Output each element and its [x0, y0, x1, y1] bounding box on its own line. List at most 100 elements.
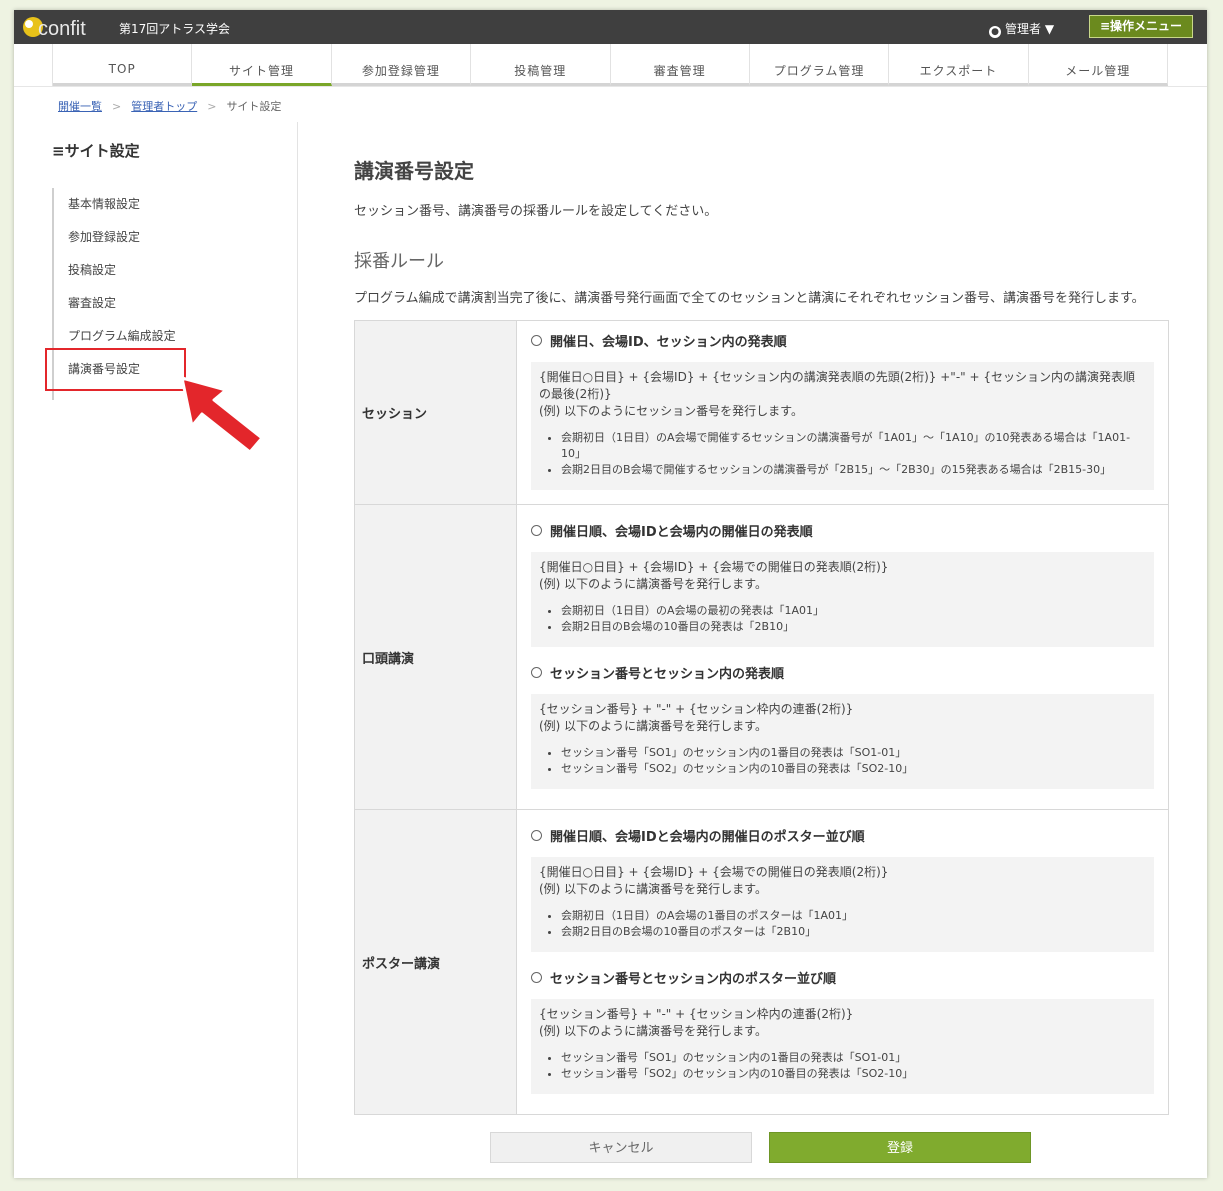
example-box: {セッション番号} + "-" + {セッション枠内の連番(2桁)} (例) 以… — [531, 999, 1154, 1094]
tab-mail[interactable]: メール管理 — [1028, 44, 1168, 86]
breadcrumb-admin-top[interactable]: 管理者トップ — [131, 100, 197, 113]
options-cell: 開催日順、会場IDと会場内の開催日のポスター並び順 {開催日○日目} + {会場… — [516, 809, 1169, 1115]
radio-option[interactable]: 開催日、会場ID、セッション内の発表順 — [531, 331, 1154, 350]
table-row: セッション 開催日、会場ID、セッション内の発表順 {開催日○日目} + {会場… — [354, 320, 1169, 505]
option-poster-2: セッション番号とセッション内のポスター並び順 {セッション番号} + "-" +… — [531, 968, 1154, 1094]
list-item: 会期初日（1日目）のA会場の1番目のポスターは「1A01」 — [561, 908, 1146, 924]
sidebar-item-basic-info[interactable]: 基本情報設定 — [54, 188, 176, 221]
tab-registration[interactable]: 参加登録管理 — [331, 44, 472, 86]
nav-divider — [14, 86, 1207, 87]
top-bar: confit 第17回アトラス学会 ● 管理者 ▼ ≡操作メニュー — [14, 10, 1207, 44]
options-cell: 開催日、会場ID、セッション内の発表順 {開催日○日目} + {会場ID} + … — [516, 320, 1169, 505]
example-note: (例) 以下のように講演番号を発行します。 — [539, 1024, 767, 1038]
chevron-right-icon: > — [112, 100, 122, 113]
example-list: 会期初日（1日目）のA会場の最初の発表は「1A01」 会期2日目のB会場の10番… — [539, 603, 1146, 635]
radio-option[interactable]: セッション番号とセッション内のポスター並び順 — [531, 968, 1154, 987]
formula-text: {セッション番号} + "-" + {セッション枠内の連番(2桁)} — [539, 1007, 854, 1021]
radio-option[interactable]: セッション番号とセッション内の発表順 — [531, 663, 1154, 682]
app-window: confit 第17回アトラス学会 ● 管理者 ▼ ≡操作メニュー TOP サイト… — [14, 10, 1207, 1178]
radio-button[interactable] — [531, 830, 542, 841]
svg-text:confit: confit — [38, 18, 86, 40]
list-item: セッション番号「SO2」のセッション内の10番目の発表は「SO2-10」 — [561, 1066, 1146, 1082]
numbering-rules-table: セッション 開催日、会場ID、セッション内の発表順 {開催日○日目} + {会場… — [354, 320, 1169, 1115]
confit-logo: confit — [20, 14, 108, 40]
example-note: (例) 以下のようにセッション番号を発行します。 — [539, 404, 803, 418]
list-item: セッション番号「SO2」のセッション内の10番目の発表は「SO2-10」 — [561, 761, 1146, 777]
option-title: 開催日、会場ID、セッション内の発表順 — [550, 335, 787, 350]
radio-option[interactable]: 開催日順、会場IDと会場内の開催日のポスター並び順 — [531, 826, 1154, 845]
option-oral-2: セッション番号とセッション内の発表順 {セッション番号} + "-" + {セッ… — [531, 663, 1154, 789]
radio-button[interactable] — [531, 525, 542, 536]
option-oral-1: 開催日順、会場IDと会場内の開催日の発表順 {開催日○日目} + {会場ID} … — [531, 521, 1154, 647]
breadcrumb: 開催一覧 > 管理者トップ > サイト設定 — [58, 98, 281, 114]
example-note: (例) 以下のように講演番号を発行します。 — [539, 719, 767, 733]
example-note: (例) 以下のように講演番号を発行します。 — [539, 577, 767, 591]
operation-menu-button[interactable]: ≡操作メニュー — [1089, 15, 1193, 38]
list-item: 会期初日（1日目）のA会場の最初の発表は「1A01」 — [561, 603, 1146, 619]
admin-label: 管理者 ▼ — [1005, 22, 1055, 36]
chevron-right-icon: > — [207, 100, 217, 113]
row-label-session: セッション — [354, 320, 517, 505]
example-list: セッション番号「SO1」のセッション内の1番目の発表は「SO1-01」 セッショ… — [539, 745, 1146, 777]
tab-program[interactable]: プログラム管理 — [749, 44, 890, 86]
tab-review[interactable]: 審査管理 — [610, 44, 750, 86]
radio-option[interactable]: 開催日順、会場IDと会場内の開催日の発表順 — [531, 521, 1154, 540]
formula-text: {セッション番号} + "-" + {セッション枠内の連番(2桁)} — [539, 702, 854, 716]
sidebar-item-submission[interactable]: 投稿設定 — [54, 254, 176, 287]
formula-text: {開催日○日目} + {会場ID} + {会場での開催日の発表順(2桁)} — [539, 865, 889, 879]
tab-top[interactable]: TOP — [53, 44, 193, 86]
radio-button[interactable] — [531, 667, 542, 678]
row-label-oral: 口頭講演 — [354, 504, 517, 810]
table-row: 口頭講演 開催日順、会場IDと会場内の開催日の発表順 {開催日○日目} + {会… — [354, 504, 1169, 810]
option-title: 開催日順、会場IDと会場内の開催日の発表順 — [550, 525, 813, 540]
list-item: セッション番号「SO1」のセッション内の1番目の発表は「SO1-01」 — [561, 745, 1146, 761]
example-list: セッション番号「SO1」のセッション内の1番目の発表は「SO1-01」 セッショ… — [539, 1050, 1146, 1082]
sidebar-title: ≡サイト設定 — [52, 142, 140, 160]
option-title: セッション番号とセッション内の発表順 — [550, 667, 785, 682]
list-item: 会期2日目のB会場の10番目の発表は「2B10」 — [561, 619, 1146, 635]
example-list: 会期初日（1日目）のA会場で開催するセッションの講演番号が「1A01」～「1A1… — [539, 430, 1146, 478]
highlight-box — [45, 348, 186, 391]
example-box: {開催日○日目} + {会場ID} + {会場での開催日の発表順(2桁)} (例… — [531, 857, 1154, 952]
page-title: 講演番号設定 — [354, 159, 474, 183]
radio-button[interactable] — [531, 335, 542, 346]
row-label-poster: ポスター講演 — [354, 809, 517, 1115]
section-title: 採番ルール — [354, 251, 444, 272]
cancel-button[interactable]: キャンセル — [490, 1132, 752, 1163]
pointer-arrow-icon — [180, 376, 264, 454]
sidebar-item-registration[interactable]: 参加登録設定 — [54, 221, 176, 254]
admin-menu[interactable]: ● 管理者 ▼ — [989, 20, 1054, 38]
formula-text: {開催日○日目} + {会場ID} + {セッション内の講演発表順の先頭(2桁)… — [539, 370, 1135, 401]
list-item: 会期初日（1日目）のA会場で開催するセッションの講演番号が「1A01」～「1A1… — [561, 430, 1146, 462]
main-nav: TOP サイト管理 参加登録管理 投稿管理 審査管理 プログラム管理 エクスポー… — [52, 44, 1168, 86]
conference-title: 第17回アトラス学会 — [119, 22, 231, 36]
list-item: セッション番号「SO1」のセッション内の1番目の発表は「SO1-01」 — [561, 1050, 1146, 1066]
example-list: 会期初日（1日目）のA会場の1番目のポスターは「1A01」 会期2日目のB会場の… — [539, 908, 1146, 940]
example-box: {セッション番号} + "-" + {セッション枠内の連番(2桁)} (例) 以… — [531, 694, 1154, 789]
example-box: {開催日○日目} + {会場ID} + {会場での開催日の発表順(2桁)} (例… — [531, 552, 1154, 647]
page-description: セッション番号、講演番号の採番ルールを設定してください。 — [354, 204, 718, 219]
tab-export[interactable]: エクスポート — [889, 44, 1029, 86]
tab-site-management[interactable]: サイト管理 — [192, 44, 332, 86]
table-row: ポスター講演 開催日順、会場IDと会場内の開催日のポスター並び順 {開催日○日目… — [354, 809, 1169, 1115]
logo-icon: confit — [23, 17, 86, 40]
user-icon: ● — [989, 26, 1001, 38]
sidebar-divider — [297, 122, 298, 1178]
sidebar-item-review[interactable]: 審査設定 — [54, 287, 176, 320]
option-session-1: 開催日、会場ID、セッション内の発表順 {開催日○日目} + {会場ID} + … — [531, 331, 1154, 490]
submit-button[interactable]: 登録 — [769, 1132, 1031, 1163]
example-box: {開催日○日目} + {会場ID} + {セッション内の講演発表順の先頭(2桁)… — [531, 362, 1154, 490]
formula-text: {開催日○日目} + {会場ID} + {会場での開催日の発表順(2桁)} — [539, 560, 889, 574]
example-note: (例) 以下のように講演番号を発行します。 — [539, 882, 767, 896]
option-title: セッション番号とセッション内のポスター並び順 — [550, 972, 837, 987]
list-item: 会期2日目のB会場で開催するセッションの講演番号が「2B15」～「2B30」の1… — [561, 462, 1146, 478]
breadcrumb-event-list[interactable]: 開催一覧 — [58, 100, 102, 113]
tab-submission[interactable]: 投稿管理 — [471, 44, 611, 86]
radio-button[interactable] — [531, 972, 542, 983]
breadcrumb-current: サイト設定 — [226, 100, 282, 113]
list-item: 会期2日目のB会場の10番目のポスターは「2B10」 — [561, 924, 1146, 940]
option-title: 開催日順、会場IDと会場内の開催日のポスター並び順 — [550, 830, 865, 845]
options-cell: 開催日順、会場IDと会場内の開催日の発表順 {開催日○日目} + {会場ID} … — [516, 504, 1169, 810]
option-poster-1: 開催日順、会場IDと会場内の開催日のポスター並び順 {開催日○日目} + {会場… — [531, 826, 1154, 952]
section-description: プログラム編成で講演割当完了後に、講演番号発行画面で全てのセッションと講演にそれ… — [354, 291, 1145, 306]
